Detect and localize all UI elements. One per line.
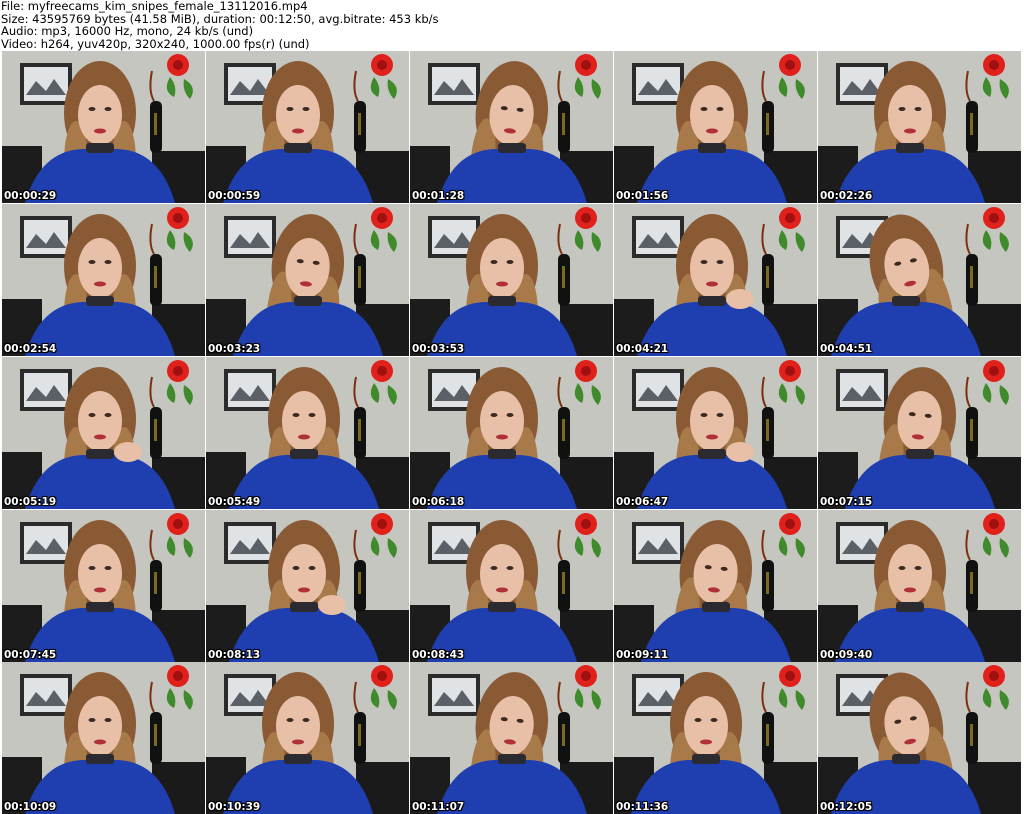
thumbnail-frame-image: [410, 510, 613, 662]
thumbnail-frame-image: [818, 510, 1021, 662]
thumbnail-frame-image: [206, 51, 409, 203]
thumbnail-frame-image: [206, 357, 409, 509]
thumbnail-frame-image: [410, 204, 613, 356]
video-thumbnail[interactable]: 00:11:36: [614, 662, 817, 814]
thumbnail-frame-image: [614, 51, 817, 203]
thumbnail-timestamp: 00:09:40: [820, 649, 873, 661]
thumbnail-frame-image: [2, 662, 205, 814]
video-thumbnail[interactable]: 00:07:45: [2, 510, 205, 662]
thumbnail-timestamp: 00:02:54: [4, 343, 57, 355]
video-thumbnail[interactable]: 00:06:18: [410, 357, 613, 509]
thumbnail-timestamp: 00:03:23: [208, 343, 261, 355]
thumbnail-timestamp: 00:06:18: [412, 496, 465, 508]
thumbnail-timestamp: 00:00:59: [208, 190, 261, 202]
file-info-header: File: myfreecams_kim_snipes_female_13112…: [1, 0, 1021, 50]
video-info-line: Video: h264, yuv420p, 320x240, 1000.00 f…: [1, 36, 310, 51]
thumbnail-timestamp: 00:05:49: [208, 496, 261, 508]
thumbnail-timestamp: 00:07:45: [4, 649, 57, 661]
video-thumbnail[interactable]: 00:04:51: [818, 204, 1021, 356]
video-thumbnail[interactable]: 00:05:49: [206, 357, 409, 509]
thumbnail-timestamp: 00:09:11: [616, 649, 669, 661]
thumbnail-timestamp: 00:05:19: [4, 496, 57, 508]
thumbnail-timestamp: 00:11:07: [412, 801, 465, 813]
video-thumbnail[interactable]: 00:09:40: [818, 510, 1021, 662]
thumbnail-timestamp: 00:12:05: [820, 801, 873, 813]
video-thumbnail[interactable]: 00:00:59: [206, 51, 409, 203]
video-thumbnail[interactable]: 00:12:05: [818, 662, 1021, 814]
thumbnail-timestamp: 00:08:13: [208, 649, 261, 661]
thumbnail-frame-image: [818, 204, 1021, 356]
video-thumbnail[interactable]: 00:03:23: [206, 204, 409, 356]
thumbnail-frame-image: [2, 204, 205, 356]
thumbnail-frame-image: [410, 51, 613, 203]
thumbnail-frame-image: [614, 662, 817, 814]
thumbnail-frame-image: [410, 662, 613, 814]
thumbnail-frame-image: [2, 51, 205, 203]
audio-info-line: Audio: mp3, 16000 Hz, mono, 24 kb/s (und…: [1, 24, 254, 38]
video-thumbnail[interactable]: 00:03:53: [410, 204, 613, 356]
video-thumbnail[interactable]: 00:10:09: [2, 662, 205, 814]
video-thumbnail[interactable]: 00:10:39: [206, 662, 409, 814]
thumbnail-timestamp: 00:06:47: [616, 496, 669, 508]
thumbnail-timestamp: 00:10:09: [4, 801, 57, 813]
video-thumbnail[interactable]: 00:04:21: [614, 204, 817, 356]
thumbnail-timestamp: 00:10:39: [208, 801, 261, 813]
thumbnail-frame-image: [2, 510, 205, 662]
thumbnail-timestamp: 00:08:43: [412, 649, 465, 661]
thumbnail-frame-image: [614, 204, 817, 356]
video-thumbnail[interactable]: 00:02:26: [818, 51, 1021, 203]
video-thumbnail[interactable]: 00:01:56: [614, 51, 817, 203]
thumbnail-frame-image: [2, 357, 205, 509]
video-thumbnail[interactable]: 00:06:47: [614, 357, 817, 509]
thumbnail-frame-image: [614, 357, 817, 509]
thumbnail-frame-image: [206, 204, 409, 356]
video-thumbnail[interactable]: 00:07:15: [818, 357, 1021, 509]
thumbnail-grid: 00:00:29 00:00:59 00:01:28 00:01:56 00:02:26…: [0, 51, 1024, 814]
thumbnail-frame-image: [206, 662, 409, 814]
video-thumbnail[interactable]: 00:08:13: [206, 510, 409, 662]
thumbnail-timestamp: 00:04:51: [820, 343, 873, 355]
thumbnail-frame-image: [410, 357, 613, 509]
thumbnail-timestamp: 00:03:53: [412, 343, 465, 355]
thumbnail-frame-image: [614, 510, 817, 662]
thumbnail-timestamp: 00:00:29: [4, 190, 57, 202]
video-thumbnail[interactable]: 00:00:29: [2, 51, 205, 203]
thumbnail-frame-image: [818, 662, 1021, 814]
video-thumbnail[interactable]: 00:08:43: [410, 510, 613, 662]
thumbnail-timestamp: 00:04:21: [616, 343, 669, 355]
file-name-line: File: myfreecams_kim_snipes_female_13112…: [1, 0, 308, 13]
thumbnail-timestamp: 00:01:28: [412, 190, 465, 202]
thumbnail-frame-image: [206, 510, 409, 662]
video-thumbnail[interactable]: 00:01:28: [410, 51, 613, 203]
video-thumbnail[interactable]: 00:05:19: [2, 357, 205, 509]
thumbnail-timestamp: 00:07:15: [820, 496, 873, 508]
thumbnail-frame-image: [818, 51, 1021, 203]
video-thumbnail[interactable]: 00:11:07: [410, 662, 613, 814]
video-thumbnail[interactable]: 00:02:54: [2, 204, 205, 356]
thumbnail-frame-image: [818, 357, 1021, 509]
thumbnail-timestamp: 00:11:36: [616, 801, 669, 813]
thumbnail-timestamp: 00:01:56: [616, 190, 669, 202]
video-thumbnail[interactable]: 00:09:11: [614, 510, 817, 662]
thumbnail-timestamp: 00:02:26: [820, 190, 873, 202]
